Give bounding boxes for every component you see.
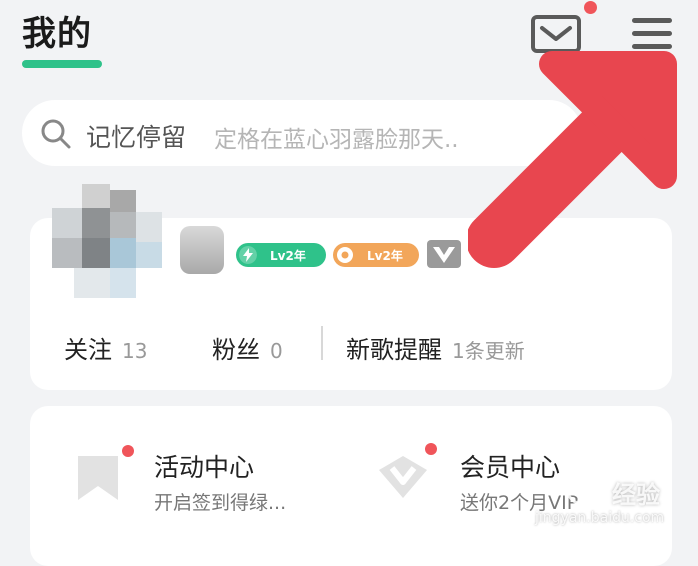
- menu-button[interactable]: [630, 16, 674, 52]
- vip-level-label: Lv2年: [270, 249, 306, 263]
- stat-label: 新歌提醒: [346, 336, 442, 364]
- notification-dot: [584, 1, 597, 14]
- stat-new-songs[interactable]: 新歌提醒 1条更新: [346, 330, 525, 365]
- diamond-heart-icon: [379, 456, 427, 498]
- watermark-brand: 经验: [612, 481, 660, 509]
- mail-button[interactable]: [530, 14, 582, 54]
- tile-title: 会员中心: [460, 453, 561, 482]
- stat-following[interactable]: 关注 13: [64, 330, 147, 365]
- user-name[interactable]: [180, 226, 224, 274]
- active-tab-indicator: [22, 60, 102, 68]
- notification-dot: [425, 443, 437, 455]
- avatar[interactable]: [52, 184, 164, 300]
- stat-label: 关注: [64, 336, 112, 364]
- stat-value: 13: [122, 339, 148, 363]
- bookmark-icon: [78, 456, 118, 500]
- notification-dot: [122, 445, 134, 457]
- heart-v-icon[interactable]: [426, 239, 462, 269]
- search-keyword[interactable]: 记忆停留: [86, 118, 186, 154]
- header-bar: 我的: [0, 0, 698, 90]
- search-icon: [41, 119, 71, 149]
- tile-subtitle: 开启签到得绿...: [154, 492, 287, 514]
- stat-followers[interactable]: 粉丝 0: [212, 330, 283, 365]
- mail-icon: [531, 15, 581, 53]
- music-disc-icon: [337, 247, 353, 263]
- stat-label: 粉丝: [212, 336, 260, 364]
- stat-value: 1条更新: [452, 339, 525, 363]
- music-level-badge[interactable]: Lv2年: [333, 243, 419, 267]
- music-level-label: Lv2年: [367, 249, 403, 263]
- vip-level-badge[interactable]: Lv2年: [236, 243, 326, 267]
- watermark-url: jingyan.baidu.com: [535, 510, 665, 526]
- stat-value: 0: [270, 339, 283, 363]
- search-placeholder: 定格在蓝心羽露脸那天..: [214, 127, 459, 153]
- menu-icon: [632, 18, 672, 49]
- page-title: 我的: [22, 14, 92, 54]
- features-card: [30, 406, 672, 566]
- lightning-icon: [239, 246, 257, 264]
- tile-title: 活动中心: [154, 453, 255, 482]
- divider: [321, 326, 323, 360]
